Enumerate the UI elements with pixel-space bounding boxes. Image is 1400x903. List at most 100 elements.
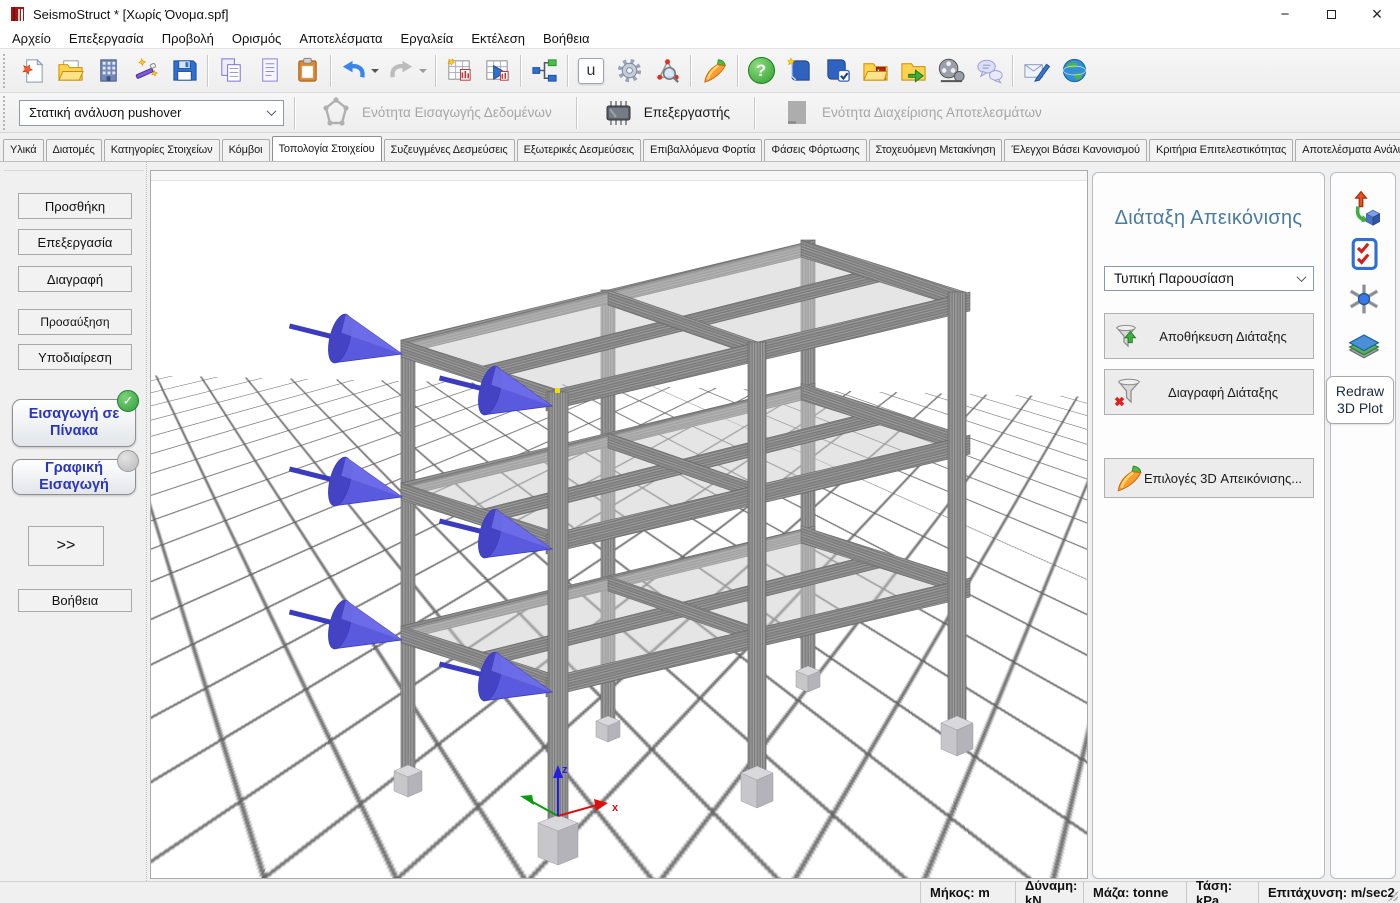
processor-chip-icon	[601, 97, 635, 129]
folder-book-icon	[861, 56, 890, 85]
checklist-button[interactable]	[1344, 234, 1384, 274]
email-button[interactable]	[1017, 51, 1055, 91]
node-axes-button[interactable]	[1344, 279, 1384, 319]
book-check-icon	[823, 56, 852, 85]
display-options-button[interactable]	[695, 51, 733, 91]
tab-constraints[interactable]: Συζευγμένες Δεσμεύσεις	[384, 139, 515, 161]
tab-analysis-output[interactable]: Αποτελέσματα Ανάλυσης	[1295, 139, 1400, 161]
layers-button[interactable]	[1344, 324, 1384, 364]
chevron-down-icon	[1297, 272, 1307, 282]
tab-element-classes[interactable]: Κατηγορίες Στοιχείων	[104, 139, 220, 161]
structure-3d-model: z x	[151, 171, 1088, 879]
paintbrush-icon	[1113, 462, 1145, 494]
movie-button[interactable]	[932, 51, 970, 91]
delete-button[interactable]: Διαγραφή	[18, 266, 132, 292]
save-layout-button[interactable]: Αποθήκευση Διάταξης	[1104, 313, 1314, 359]
sidebar-help-button[interactable]: Βοήθεια	[18, 589, 132, 612]
tab-nodes[interactable]: Κόμβοι	[222, 139, 270, 161]
tab-code-checks[interactable]: Έλεγχοι Βάσει Κανονισμού	[1004, 139, 1147, 161]
toolbar-grip[interactable]	[3, 54, 10, 88]
selected-node-marker	[555, 388, 560, 393]
building-icon	[94, 56, 123, 85]
model-3d-viewport[interactable]: z x	[150, 170, 1088, 879]
building-button[interactable]	[89, 51, 127, 91]
layers-icon	[1346, 326, 1382, 362]
deformed-shape-button[interactable]	[1344, 189, 1384, 229]
add-button[interactable]: Προσθήκη	[18, 193, 132, 219]
table-star-icon	[445, 56, 474, 85]
seismostruct-window: SeismoStruct * [Χωρίς Όνομα.spf] − × Αρχ…	[0, 0, 1400, 903]
model-search-button[interactable]	[648, 51, 686, 91]
menu-help[interactable]: Βοήθεια	[534, 29, 599, 48]
tab-materials[interactable]: Υλικά	[3, 139, 44, 161]
table-star-button[interactable]	[440, 51, 478, 91]
menu-run[interactable]: Εκτέλεση	[462, 29, 534, 48]
module-toolbar: Στατική ανάλυση pushover Ενότητα Εισαγωγ…	[0, 93, 1400, 133]
settings-button[interactable]	[610, 51, 648, 91]
verification-button[interactable]	[818, 51, 856, 91]
tab-restraints[interactable]: Εξωτερικές Δεσμεύσεις	[517, 139, 641, 161]
open-folder-icon	[56, 56, 85, 85]
layout-preset-select[interactable]: Τυπική Παρουσίαση	[1104, 266, 1314, 291]
subdivide-button[interactable]: Υποδιαίρεση	[18, 344, 132, 370]
resize-grip[interactable]	[1388, 891, 1398, 901]
menu-file[interactable]: Αρχείο	[3, 29, 60, 48]
tab-element-connectivity[interactable]: Τοπολογία Στοιχείου	[272, 136, 382, 162]
options-3d-button[interactable]: Επιλογές 3D Απεικόνισης...	[1104, 458, 1314, 498]
delete-layout-button[interactable]: Διαγραφή Διάταξης	[1104, 369, 1314, 415]
tab-performance-criteria[interactable]: Κριτήρια Επιτελεστικότητας	[1149, 139, 1293, 161]
undo-dropdown-icon[interactable]	[371, 69, 379, 73]
close-button[interactable]: ×	[1354, 0, 1400, 28]
panel-title: Διάταξη Απεικόνισης	[1093, 207, 1324, 230]
manual-button[interactable]	[780, 51, 818, 91]
paste-button[interactable]	[288, 51, 326, 91]
toolbar2-grip[interactable]	[3, 96, 10, 130]
inactive-badge-icon	[117, 450, 139, 472]
maximize-icon	[1327, 10, 1336, 19]
menu-define[interactable]: Ορισμός	[223, 29, 290, 48]
redo-button[interactable]	[383, 51, 431, 91]
menu-edit[interactable]: Επεξεργασία	[60, 29, 153, 48]
graphical-input-button[interactable]: Γραφική Εισαγωγή	[12, 459, 136, 495]
export-folder-button[interactable]	[894, 51, 932, 91]
menu-tools[interactable]: Εργαλεία	[392, 29, 463, 48]
maximize-button[interactable]	[1308, 0, 1354, 28]
table-input-button[interactable]: Εισαγωγή σε Πίνακα ✓	[12, 399, 136, 447]
redo-dropdown-icon[interactable]	[419, 69, 427, 73]
copy-button[interactable]	[212, 51, 250, 91]
tab-applied-loads[interactable]: Επιβαλλόμενα Φορτία	[643, 139, 762, 161]
feedback-button[interactable]	[970, 51, 1008, 91]
menu-view[interactable]: Προβολή	[153, 29, 223, 48]
report-page-button[interactable]	[250, 51, 288, 91]
module-tab-bar: Υλικά Διατομές Κατηγορίες Στοιχείων Κόμβ…	[0, 134, 1400, 162]
processor-button[interactable]: Επεξεργαστής	[587, 94, 744, 132]
website-button[interactable]	[1055, 51, 1093, 91]
new-file-button[interactable]	[13, 51, 51, 91]
arrows-cube-icon	[1346, 191, 1382, 227]
analysis-type-select[interactable]: Στατική ανάλυση pushover	[19, 100, 284, 126]
help-button[interactable]: ?	[742, 51, 780, 91]
analysis-type-value: Στατική ανάλυση pushover	[29, 105, 181, 120]
minimize-button[interactable]: −	[1262, 0, 1308, 28]
menu-results[interactable]: Αποτελέσματα	[290, 29, 391, 48]
undo-button[interactable]	[335, 51, 383, 91]
units-button[interactable]: u	[572, 51, 610, 91]
axis-triad-icon: z x	[520, 764, 619, 816]
title-bar: SeismoStruct * [Χωρίς Όνομα.spf] − ×	[0, 0, 1400, 28]
tab-sections[interactable]: Διατομές	[46, 139, 102, 161]
tab-loading-phases[interactable]: Φάσεις Φόρτωσης	[764, 139, 866, 161]
redraw-3d-plot-button[interactable]: Redraw 3D Plot	[1326, 376, 1394, 424]
hierarchy-button[interactable]	[525, 51, 563, 91]
sidebar-splitter[interactable]	[146, 162, 149, 881]
save-button[interactable]	[165, 51, 203, 91]
table-play-icon	[483, 56, 512, 85]
wizard-button[interactable]	[127, 51, 165, 91]
open-folder-button[interactable]	[51, 51, 89, 91]
expand-button[interactable]: >>	[28, 526, 104, 566]
undo-arrow-icon	[339, 56, 368, 85]
increment-button[interactable]: Προσαύξηση	[18, 309, 132, 335]
report-folder-button[interactable]	[856, 51, 894, 91]
table-run-button[interactable]	[478, 51, 516, 91]
tab-target-displacement[interactable]: Στοχευόμενη Μετακίνηση	[869, 139, 1003, 161]
edit-button[interactable]: Επεξεργασία	[18, 229, 132, 255]
